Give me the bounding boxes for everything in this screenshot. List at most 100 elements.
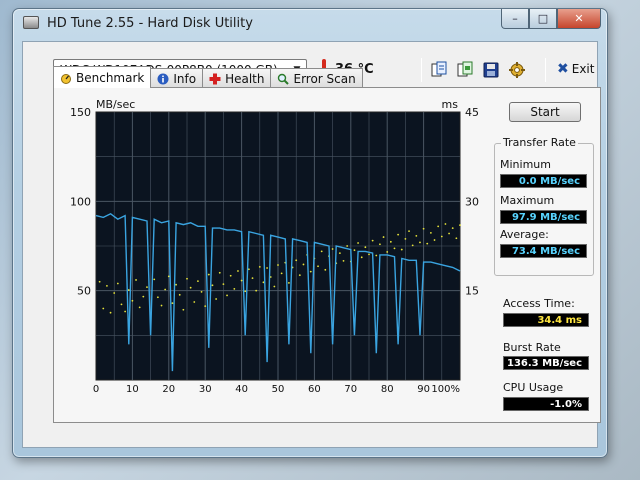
benchmark-chart-svg: 150100504530150 10 20 30 40 50 60 70 80 90 100%MB/… xyxy=(70,98,479,395)
access-time-point xyxy=(368,253,370,256)
access-time-point xyxy=(375,254,378,257)
toolbar-separator xyxy=(545,58,546,82)
transfer-rate-group: Transfer Rate Minimum 0.0 MB/sec Maximum… xyxy=(494,136,594,276)
benchmark-icon xyxy=(60,72,72,84)
x-axis-tick-label: 80 xyxy=(381,384,394,395)
right-axis-unit: ms xyxy=(442,98,459,111)
access-time-point xyxy=(251,277,254,280)
tab-strip: Benchmark Info Health Error Scan xyxy=(53,66,363,88)
tab-health[interactable]: Health xyxy=(202,68,272,88)
access-time-point xyxy=(197,280,199,283)
access-time-point xyxy=(382,236,385,238)
access-time-point xyxy=(371,239,374,242)
maximize-button[interactable]: □ xyxy=(529,9,557,29)
minimize-button[interactable]: – xyxy=(501,9,529,29)
access-time-point xyxy=(364,246,367,249)
access-time-point xyxy=(200,290,203,293)
save-icon[interactable] xyxy=(481,60,501,80)
tab-info-label: Info xyxy=(173,71,197,86)
access-time-point xyxy=(353,249,356,252)
x-axis-tick-label: 100% xyxy=(431,384,460,395)
error-scan-icon xyxy=(277,73,290,85)
access-time-point xyxy=(211,284,214,287)
tab-error-scan-label: Error Scan xyxy=(293,71,356,86)
average-value: 73.4 MB/sec xyxy=(500,244,587,258)
maximum-value: 97.9 MB/sec xyxy=(500,210,587,224)
access-time-point xyxy=(138,306,141,309)
window-title: HD Tune 2.55 - Hard Disk Utility xyxy=(47,16,253,31)
access-time-label: Access Time: xyxy=(503,297,575,310)
access-time-point xyxy=(404,237,407,240)
access-time-point xyxy=(186,277,188,280)
access-time-point xyxy=(258,265,261,268)
access-time-point xyxy=(175,283,177,286)
access-time-point xyxy=(379,243,381,246)
access-time-point xyxy=(193,301,196,303)
access-time-point xyxy=(419,241,421,244)
access-time-point xyxy=(273,285,276,288)
access-time-point xyxy=(142,295,145,298)
x-axis-tick-label: 0 xyxy=(93,384,99,395)
access-time-point xyxy=(317,265,319,268)
access-time-point xyxy=(302,263,305,266)
access-time-point xyxy=(437,225,440,228)
copy-screenshot-icon[interactable] xyxy=(455,60,475,80)
tab-benchmark[interactable]: Benchmark xyxy=(53,66,152,88)
access-time-point xyxy=(397,233,400,236)
hd-tune-app-icon xyxy=(23,16,39,29)
access-time-point xyxy=(266,267,268,269)
access-time-point xyxy=(440,235,443,238)
access-time-point xyxy=(389,240,392,243)
title-bar[interactable]: HD Tune 2.55 - Hard Disk Utility – □ ✕ xyxy=(13,9,607,37)
access-time-point xyxy=(189,286,192,289)
access-time-point xyxy=(218,271,221,274)
access-time-point xyxy=(331,248,334,250)
access-time-point xyxy=(309,270,312,273)
health-icon xyxy=(209,73,221,85)
access-time-point xyxy=(233,287,236,290)
access-time-point xyxy=(298,274,301,277)
access-time-point xyxy=(109,311,112,314)
close-button[interactable]: ✕ xyxy=(557,9,601,29)
transfer-rate-title: Transfer Rate xyxy=(501,136,578,149)
access-time-point xyxy=(451,227,454,230)
access-time-point xyxy=(237,270,239,272)
app-window: HD Tune 2.55 - Hard Disk Utility – □ ✕ W… xyxy=(12,8,608,458)
access-time-value: 34.4 ms xyxy=(503,313,589,327)
x-axis-tick-label: 20 xyxy=(162,384,175,395)
access-time-point xyxy=(426,242,429,245)
tab-info[interactable]: Info xyxy=(150,68,204,88)
copy-text-icon[interactable] xyxy=(429,60,449,80)
benchmark-panel: 150 100 50 45 30 15 0 10 20 30 40 50 60 70 80 90 100% MB/… xyxy=(53,87,601,423)
access-time-point xyxy=(124,310,127,313)
tab-error-scan[interactable]: Error Scan xyxy=(270,68,363,88)
maximum-label: Maximum xyxy=(500,194,555,207)
cpu-usage-value: -1.0% xyxy=(503,397,589,411)
access-time-point xyxy=(459,224,461,227)
access-time-point xyxy=(277,264,279,266)
right-axis-tick-label: 30 xyxy=(465,195,479,208)
access-time-point xyxy=(222,283,225,286)
access-time-point xyxy=(120,303,123,306)
start-button[interactable]: Start xyxy=(509,102,581,122)
access-time-point xyxy=(386,251,389,253)
access-time-point xyxy=(160,304,163,307)
left-axis-tick-label: 100 xyxy=(70,195,91,208)
access-time-point xyxy=(342,259,345,262)
access-time-point xyxy=(127,289,130,291)
access-time-point xyxy=(411,244,414,247)
burst-rate-value: 136.3 MB/sec xyxy=(503,356,589,370)
access-time-point xyxy=(429,231,432,234)
exit-button[interactable]: ✖ Exit xyxy=(557,61,594,77)
access-time-point xyxy=(455,237,458,240)
options-icon[interactable] xyxy=(507,60,527,80)
access-time-point xyxy=(324,268,327,271)
x-axis-tick-label: 50 xyxy=(272,384,285,395)
access-time-point xyxy=(422,227,425,230)
access-time-point xyxy=(164,288,167,291)
tab-benchmark-label: Benchmark xyxy=(76,70,145,85)
access-time-point xyxy=(135,279,137,281)
x-axis-tick-label: 10 xyxy=(126,384,139,395)
left-axis-tick-label: 150 xyxy=(70,106,91,119)
exit-x-icon: ✖ xyxy=(557,61,569,77)
